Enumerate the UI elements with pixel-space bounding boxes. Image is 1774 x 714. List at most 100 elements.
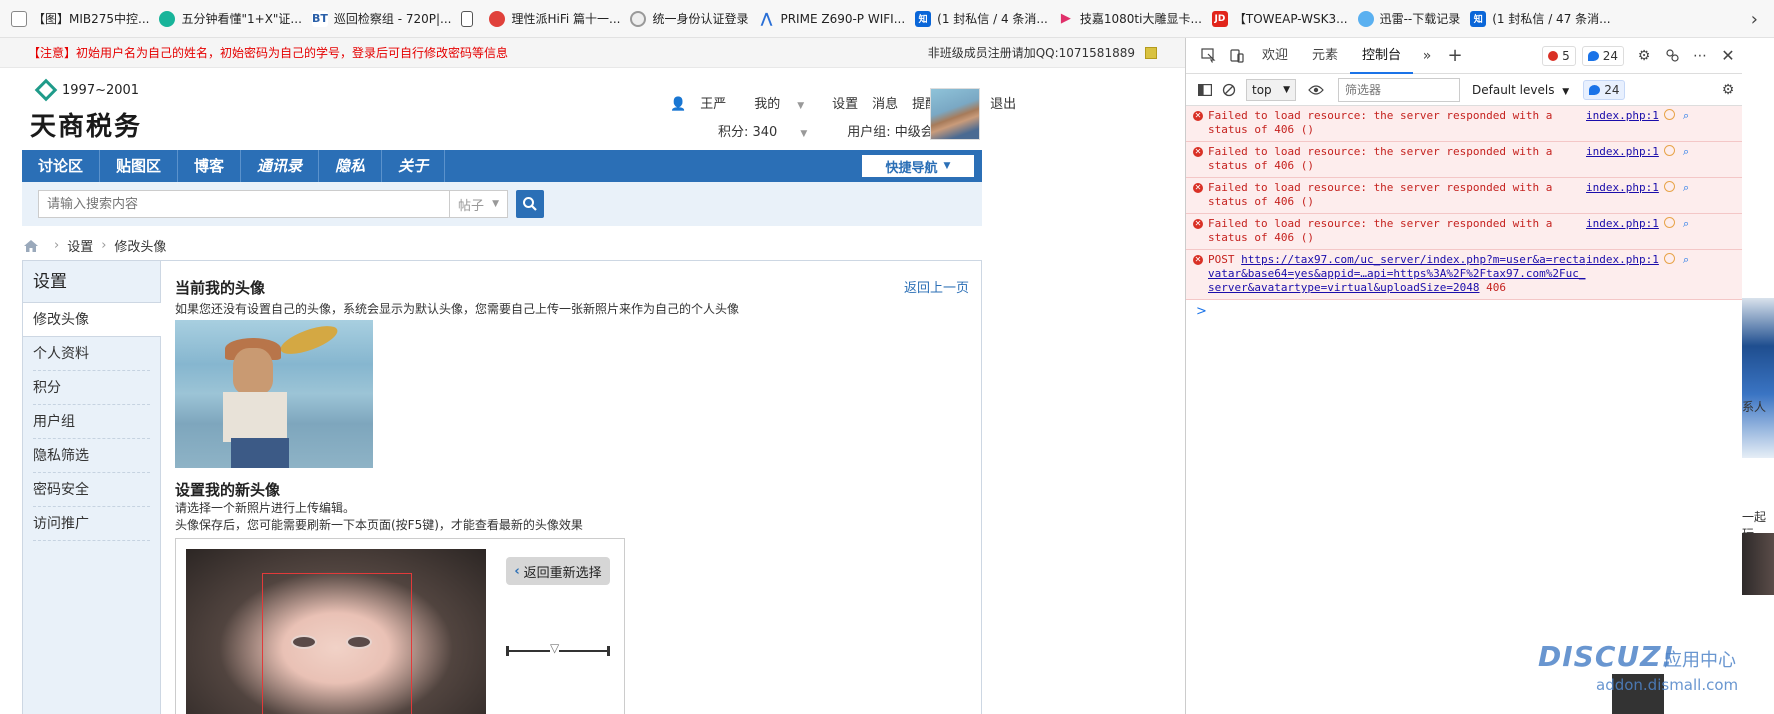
sidebar-item-usergroup[interactable]: 用户组 xyxy=(33,405,150,439)
notice-bar: 【注意】初始用户名为自己的姓名，初始密码为自己的学号，登录后可自行修改密码等信息… xyxy=(0,38,1185,68)
home-icon[interactable] xyxy=(24,239,38,252)
logo-years: 1997~2001 xyxy=(34,78,139,102)
console-prompt[interactable]: > xyxy=(1186,300,1742,323)
zhihu-icon: 知 xyxy=(1470,10,1487,27)
bookmark-label: 【图】MIB275中控... xyxy=(33,12,150,26)
bookmark-item[interactable]: 理性派HiFi 篇十一... xyxy=(484,0,625,38)
chevron-left-icon: ‹ xyxy=(514,563,520,579)
bookmark-item[interactable]: BT 巡回检察组 - 720P|... xyxy=(307,0,457,38)
chevron-right-icon[interactable]: › xyxy=(1751,0,1758,38)
error-count-badge[interactable]: 5 xyxy=(1542,45,1576,66)
clear-console-icon[interactable] xyxy=(1216,72,1242,108)
qq-icon[interactable] xyxy=(1145,46,1157,59)
error-source-link[interactable]: index.php:1 xyxy=(1586,181,1659,195)
sidebar-item-password[interactable]: 密码安全 xyxy=(33,473,150,507)
bookmark-item[interactable]: 迅雷--下载记录 xyxy=(1353,0,1466,38)
more-options-icon[interactable]: ⋯ xyxy=(1686,38,1714,74)
caret-down-icon: ▼ xyxy=(1283,84,1290,95)
eye-icon[interactable] xyxy=(1302,72,1330,108)
messages-link[interactable]: 消息 xyxy=(872,93,898,112)
issue-icon[interactable] xyxy=(1664,181,1675,192)
inspect-icon[interactable] xyxy=(1194,38,1222,74)
issue-icon[interactable] xyxy=(1664,217,1675,228)
crop-canvas[interactable] xyxy=(186,549,486,714)
search-input[interactable] xyxy=(38,190,450,218)
avatar[interactable] xyxy=(930,88,980,140)
sidebar-item-avatar[interactable]: 修改头像 xyxy=(23,303,161,337)
search-button[interactable] xyxy=(516,190,544,218)
gear-icon[interactable]: ⚙ xyxy=(1630,38,1658,74)
sidebar-title: 设置 xyxy=(23,261,160,303)
site-logo[interactable]: 1997~2001 天商税务 xyxy=(22,78,152,144)
jd-icon: JD xyxy=(1211,10,1228,27)
crop-selection[interactable] xyxy=(262,573,412,714)
bookmark-label: PRIME Z690-P WIFI... xyxy=(780,11,906,26)
post-source-link[interactable]: index.php:1 xyxy=(1586,253,1659,267)
search-icon[interactable]: ⌕ xyxy=(1683,217,1689,231)
issue-icon[interactable] xyxy=(1664,145,1675,156)
notice-qq: 非班级成员注册请加QQ:1071581889 xyxy=(928,44,1157,61)
bookmark-item[interactable]: ▶ 技嘉1080ti大雕显卡... xyxy=(1053,0,1207,38)
nav-item-about[interactable]: 关于 xyxy=(382,150,446,182)
sidebar-item-points[interactable]: 积分 xyxy=(33,371,150,405)
bookmark-item[interactable]: JD 【TOWEAP-WSK3... xyxy=(1207,0,1353,38)
bookmark-item[interactable]: 知 (1 封私信 / 47 条消... xyxy=(1465,0,1615,38)
error-source-link[interactable]: index.php:1 xyxy=(1586,217,1659,231)
web-page: 【注意】初始用户名为自己的姓名，初始密码为自己的学号，登录后可自行修改密码等信息… xyxy=(0,38,1185,714)
sidebar-item-promotion[interactable]: 访问推广 xyxy=(33,507,150,541)
sidebar-toggle-icon[interactable] xyxy=(1194,72,1216,108)
console-error: ✕ Failed to load resource: the server re… xyxy=(1186,142,1742,178)
bookmark-item[interactable]: 五分钟看懂"1+X"证... xyxy=(154,0,306,38)
sidebar-item-privacy[interactable]: 隐私筛选 xyxy=(33,439,150,473)
nav-item-blog[interactable]: 博客 xyxy=(178,150,242,182)
close-icon[interactable]: ✕ xyxy=(1714,38,1742,74)
context-select[interactable]: top ▼ xyxy=(1246,78,1296,101)
error-source-link[interactable]: index.php:1 xyxy=(1586,109,1659,123)
bookmark-item[interactable] xyxy=(456,0,484,38)
bookmark-label: (1 封私信 / 4 条消... xyxy=(937,12,1048,26)
logout-link[interactable]: 退出 xyxy=(990,93,1016,112)
search-type-select[interactable]: 帖子 ▼ xyxy=(450,190,508,218)
hifi-icon xyxy=(489,10,506,27)
error-source-link[interactable]: index.php:1 xyxy=(1586,145,1659,159)
reselect-button[interactable]: ‹ 返回重新选择 xyxy=(506,557,610,585)
more-tabs-icon[interactable]: » xyxy=(1413,38,1441,74)
nav-item-gallery[interactable]: 贴图区 xyxy=(100,150,179,182)
bookmark-item[interactable]: 【图】MIB275中控... xyxy=(6,0,154,38)
search-icon[interactable]: ⌕ xyxy=(1683,181,1689,195)
post-url-link[interactable]: https://tax97.com/uc_server/index.php?m=… xyxy=(1208,253,1586,294)
issue-icon[interactable] xyxy=(1664,109,1675,120)
search-icon[interactable]: ⌕ xyxy=(1683,145,1689,159)
connect-icon[interactable] xyxy=(1658,38,1686,74)
filter-input[interactable] xyxy=(1338,77,1460,102)
points-menu[interactable]: 积分: 340 ▼ xyxy=(718,121,827,140)
log-levels-select[interactable]: Default levels ▼ xyxy=(1472,83,1569,97)
nav-item-privacy[interactable]: 隐私 xyxy=(319,150,383,182)
device-icon[interactable] xyxy=(1222,38,1250,74)
search-icon[interactable]: ⌕ xyxy=(1683,253,1689,267)
settings-link[interactable]: 设置 xyxy=(832,93,858,112)
back-link[interactable]: 返回上一页 xyxy=(904,277,969,296)
issue-icon[interactable] xyxy=(1664,253,1675,264)
tab-console[interactable]: 控制台 xyxy=(1350,38,1414,74)
add-tab-icon[interactable]: + xyxy=(1441,38,1469,74)
info-count-badge[interactable]: 24 xyxy=(1581,45,1624,66)
messages-badge[interactable]: 24 xyxy=(1583,79,1626,100)
tab-elements[interactable]: 元素 xyxy=(1300,38,1350,74)
user-name-link[interactable]: 👤 王严 xyxy=(670,93,740,112)
nav-item-discussion[interactable]: 讨论区 xyxy=(22,150,101,182)
bookmark-item[interactable]: 知 (1 封私信 / 4 条消... xyxy=(910,0,1053,38)
bookmark-item[interactable]: 统一身份认证登录 xyxy=(625,0,753,38)
search-icon[interactable]: ⌕ xyxy=(1683,109,1689,123)
tab-welcome[interactable]: 欢迎 xyxy=(1250,38,1300,74)
sidebar-item-profile[interactable]: 个人资料 xyxy=(33,337,150,371)
quick-nav-button[interactable]: 快捷导航 ▼ xyxy=(862,155,974,177)
mine-menu[interactable]: 我的 ▼ xyxy=(754,93,818,112)
bookmark-item[interactable]: ⋀ PRIME Z690-P WIFI... xyxy=(753,0,910,38)
caret-down-icon: ▼ xyxy=(492,199,499,209)
slider-thumb-icon[interactable]: ▽ xyxy=(550,641,560,655)
nav-item-contacts[interactable]: 通讯录 xyxy=(241,150,320,182)
breadcrumb-settings[interactable]: 设置 xyxy=(67,236,93,255)
zoom-slider[interactable]: ▽ xyxy=(506,641,610,659)
console-settings-icon[interactable]: ⚙ xyxy=(1714,72,1742,108)
